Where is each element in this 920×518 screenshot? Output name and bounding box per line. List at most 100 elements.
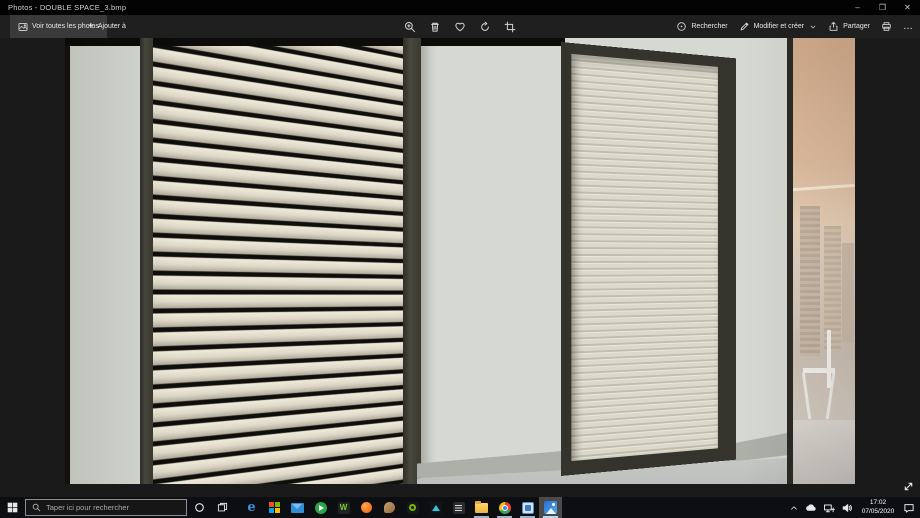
- printer-icon: [881, 21, 892, 32]
- edge-icon: e: [247, 500, 255, 515]
- avast-icon: [361, 502, 372, 513]
- taskbar-icon-nvidia[interactable]: [401, 497, 424, 518]
- photo-glass-floor: [793, 420, 855, 484]
- mail-icon: [291, 503, 304, 513]
- ellipsis-icon: …: [903, 21, 914, 32]
- chevron-down-icon: [809, 23, 817, 31]
- tan-utility-icon: [384, 502, 395, 513]
- taskbar-icon-films-tv[interactable]: [309, 497, 332, 518]
- films-tv-icon: [315, 502, 327, 514]
- network-icon[interactable]: [823, 502, 835, 514]
- search-button[interactable]: Rechercher: [676, 21, 727, 32]
- add-to-label: Ajouter à: [98, 23, 126, 30]
- edit-icon: [739, 21, 750, 32]
- start-button[interactable]: [0, 497, 24, 518]
- photo-glass-reflection-streak: [793, 184, 855, 191]
- delete-button[interactable]: [429, 21, 441, 33]
- right-toolbar: Rechercher Modifier et créer Partager …: [676, 15, 914, 38]
- cortana-icon: [194, 502, 205, 513]
- title-bar: Photos - DOUBLE SPACE_3.bmp – ❐ ✕: [0, 0, 920, 15]
- search-label: Rechercher: [691, 23, 727, 30]
- photo-chair: [802, 373, 811, 419]
- taskbar-icon-media-w[interactable]: W: [332, 497, 355, 518]
- command-bar: Voir toutes les photos + Ajouter à Reche…: [0, 15, 920, 38]
- add-to-button[interactable]: + Ajouter à: [82, 15, 132, 38]
- file-explorer-icon: [475, 503, 488, 513]
- tray-chevron-up-icon[interactable]: [789, 503, 799, 513]
- windows-logo-icon: [7, 502, 18, 513]
- crop-icon: [504, 21, 516, 33]
- photo-reflected-tower: [842, 243, 854, 343]
- photo-viewer-icon: [522, 502, 534, 514]
- clock-date: 07/05/2020: [859, 508, 897, 516]
- zoom-button[interactable]: [404, 21, 416, 33]
- window-title: Photos - DOUBLE SPACE_3.bmp: [8, 3, 126, 12]
- close-button[interactable]: ✕: [895, 0, 920, 15]
- edit-create-button[interactable]: Modifier et créer: [739, 21, 818, 32]
- expand-diagonal-icon: [902, 480, 915, 493]
- search-input[interactable]: [46, 503, 180, 512]
- chrome-icon: [499, 502, 511, 514]
- taskbar-icon-avast[interactable]: [355, 497, 378, 518]
- photo-closed-roller-shutter: [561, 42, 736, 476]
- photo-louver-slats: [153, 46, 403, 484]
- photo-left-post: [140, 38, 153, 484]
- taskbar-icon-notes[interactable]: [447, 497, 470, 518]
- photo-left-louver-shutter: [153, 46, 403, 484]
- taskbar-search[interactable]: [25, 499, 187, 516]
- speaker-icon[interactable]: [841, 502, 853, 514]
- notes-icon: [453, 502, 465, 514]
- clock-time: 17:02: [859, 499, 897, 507]
- taskbar-icon-utility[interactable]: [378, 497, 401, 518]
- more-button[interactable]: …: [903, 21, 914, 32]
- taskbar-icon-photos[interactable]: [539, 497, 562, 518]
- edit-create-label: Modifier et créer: [754, 23, 805, 30]
- photo-reflected-tower: [800, 206, 820, 356]
- photo-canvas[interactable]: [65, 38, 855, 484]
- taskbar-icon-photo-viewer[interactable]: [516, 497, 539, 518]
- taskbar-icon-file-explorer[interactable]: [470, 497, 493, 518]
- system-tray: 17:02 07/05/2020: [789, 499, 920, 515]
- photos-app-icon: [544, 501, 557, 514]
- trash-icon: [429, 21, 441, 33]
- share-button[interactable]: Partager: [828, 21, 870, 32]
- cortana-button[interactable]: [188, 497, 211, 518]
- rotate-button[interactable]: [479, 21, 491, 33]
- heart-icon: [454, 21, 466, 33]
- restore-button[interactable]: ❐: [870, 0, 895, 15]
- taskbar-icon-store[interactable]: [263, 497, 286, 518]
- microsoft-store-icon: [269, 502, 280, 513]
- taskbar-icon-edge[interactable]: e: [240, 497, 263, 518]
- crop-button[interactable]: [504, 21, 516, 33]
- taskbar-icon-chrome[interactable]: [493, 497, 516, 518]
- photo-viewer-stage: [0, 38, 920, 497]
- photo-chair: [803, 368, 835, 373]
- plus-icon: +: [88, 22, 94, 32]
- taskbar: e W 17:02 07/05/2020: [0, 497, 920, 518]
- search-circle-icon: [676, 21, 687, 32]
- share-icon: [828, 21, 839, 32]
- taskbar-clock[interactable]: 17:02 07/05/2020: [859, 499, 897, 515]
- photo-collection-icon: [18, 22, 28, 32]
- nvidia-icon: [407, 502, 419, 514]
- onedrive-cloud-icon[interactable]: [805, 502, 817, 514]
- magnifier-icon: [32, 503, 41, 512]
- taskbar-icon-cad[interactable]: [424, 497, 447, 518]
- favorite-button[interactable]: [454, 21, 466, 33]
- action-center-icon[interactable]: [903, 502, 915, 514]
- minimize-button[interactable]: –: [845, 0, 870, 15]
- taskbar-apps: e W: [240, 497, 562, 518]
- photo-glass-panel: [793, 38, 855, 484]
- window-controls: – ❐ ✕: [845, 0, 920, 15]
- photo-left-edge-shadow: [65, 38, 70, 484]
- task-view-button[interactable]: [211, 497, 234, 518]
- photo-right-post: [403, 38, 421, 484]
- share-label: Partager: [843, 23, 870, 30]
- print-button[interactable]: [881, 21, 892, 32]
- w-media-icon: W: [338, 502, 350, 514]
- cad-triangle-icon: [430, 502, 442, 514]
- rotate-icon: [479, 21, 491, 33]
- zoom-in-icon: [404, 21, 416, 33]
- taskbar-icon-mail[interactable]: [286, 497, 309, 518]
- fullscreen-button[interactable]: [900, 478, 916, 494]
